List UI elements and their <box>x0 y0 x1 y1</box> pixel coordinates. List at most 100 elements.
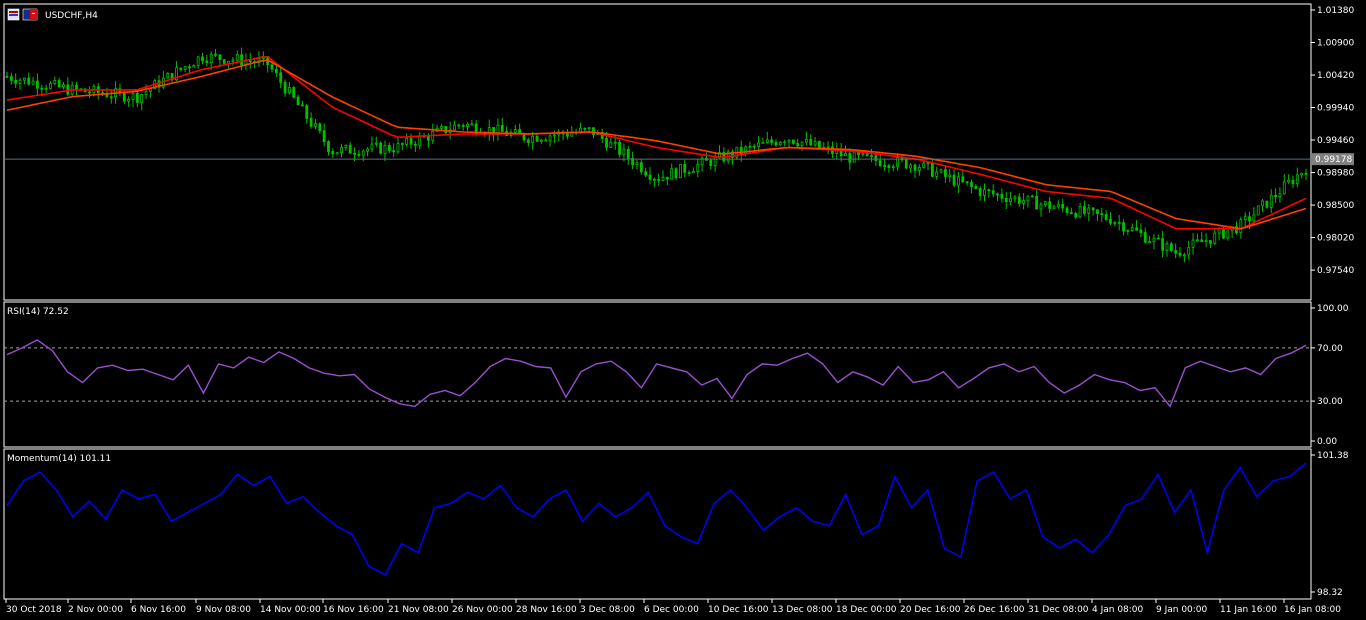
candle-body <box>752 145 756 148</box>
candle-body <box>53 80 57 84</box>
candle-body <box>887 165 891 169</box>
candle-body <box>392 150 396 153</box>
candle-body <box>1156 237 1160 240</box>
candle-body <box>1069 212 1073 215</box>
currency-flag-icon <box>22 8 38 21</box>
candle-body <box>379 142 383 154</box>
chart-window-icon <box>7 8 20 21</box>
candle-body <box>909 164 913 169</box>
candle-body <box>1261 200 1264 207</box>
candle-body <box>948 174 952 177</box>
candle-body <box>987 189 991 192</box>
candle-body <box>22 77 26 81</box>
candle-body <box>1056 203 1060 208</box>
candle-body <box>922 162 926 168</box>
time-tick-label: 4 Jan 08:00 <box>1092 605 1144 615</box>
price-pane[interactable]: 1.01380 1.00900 1.00420 0.99940 0.99460 0.989… <box>4 6 1354 276</box>
candle-body <box>1248 216 1251 222</box>
candle-body <box>913 164 917 171</box>
candle-body <box>1222 228 1225 239</box>
candle-body <box>935 171 939 177</box>
candle-body <box>883 165 886 167</box>
candle-body <box>804 139 808 143</box>
candle-body <box>978 188 982 196</box>
candle-body <box>353 152 356 155</box>
candle-body <box>461 124 465 127</box>
candle-body <box>1052 206 1056 209</box>
candle-body <box>648 174 652 180</box>
rsi-pane[interactable]: 100.00 70.00 30.00 0.00 RSI(14) 72.52 <box>4 304 1349 447</box>
moving-averages <box>6 56 1307 230</box>
candle-body <box>1139 229 1143 233</box>
trading-chart[interactable]: 1.01380 1.00900 1.00420 0.99940 0.99460 0.989… <box>0 0 1366 620</box>
candle-body <box>1087 207 1091 214</box>
candle-body <box>961 176 965 183</box>
price-tick-label: 0.97540 <box>1317 266 1354 276</box>
candle-body <box>231 59 235 62</box>
candle-body <box>88 91 91 94</box>
time-tick-label: 18 Dec 00:00 <box>836 605 897 615</box>
candle-body <box>144 91 148 95</box>
momentum-tick-label: 101.38 <box>1317 451 1349 461</box>
candle-body <box>387 144 391 152</box>
time-tick-label: 21 Nov 08:00 <box>388 605 449 615</box>
candle-body <box>531 135 535 143</box>
candle-body <box>1130 227 1134 231</box>
candle-body <box>787 139 791 143</box>
time-tick-label: 20 Dec 16:00 <box>900 605 961 615</box>
candle-body <box>1282 181 1286 195</box>
candle-body <box>583 127 587 130</box>
price-tick-label: 0.99940 <box>1317 104 1354 114</box>
price-pane-frame <box>3 3 1312 301</box>
candle-body <box>1265 200 1269 208</box>
time-tick-label: 6 Dec 00:00 <box>644 605 699 615</box>
candle-body <box>761 142 765 144</box>
candle-body <box>9 76 13 81</box>
candle-body <box>18 79 22 84</box>
candle-body <box>1239 219 1243 234</box>
candle-body <box>696 163 700 172</box>
candle-body <box>566 133 569 137</box>
candle-body <box>348 144 352 154</box>
candle-body <box>357 153 361 156</box>
candle-body <box>891 166 895 169</box>
candles <box>5 47 1308 263</box>
candle-body <box>427 135 430 141</box>
candle-body <box>500 124 504 132</box>
candle-body <box>405 137 409 145</box>
candle-body <box>31 80 35 85</box>
candle-body <box>1178 252 1182 256</box>
candle-body <box>240 54 244 66</box>
momentum-pane[interactable]: 101.38 98.32 Momentum(14) 101.11 <box>6 451 1349 598</box>
price-tick-label: 1.00900 <box>1317 39 1354 49</box>
candle-body <box>570 132 574 137</box>
time-tick-label: 11 Jan 16:00 <box>1220 605 1277 615</box>
candle-body <box>1109 219 1112 224</box>
candle-body <box>774 141 778 146</box>
candle-body <box>800 141 804 147</box>
candle-body <box>1048 201 1052 209</box>
candle-body <box>1065 207 1069 214</box>
candle-body <box>1274 194 1277 198</box>
price-tick-label: 0.98020 <box>1317 234 1354 244</box>
candle-body <box>183 66 187 70</box>
candle-body <box>400 143 404 145</box>
candle-body <box>844 152 847 157</box>
candle-body <box>1122 222 1125 232</box>
candle-body <box>917 167 921 171</box>
candle-body <box>1295 174 1299 185</box>
candle-body <box>279 72 283 83</box>
momentum-line <box>6 462 1307 577</box>
candle-body <box>852 151 856 163</box>
candle-body <box>683 164 687 173</box>
candle-body <box>1004 197 1008 203</box>
candle-body <box>1200 239 1204 243</box>
candle-body <box>513 129 517 133</box>
candle-body <box>618 141 621 155</box>
candle-body <box>1083 206 1086 214</box>
candle-body <box>296 96 300 106</box>
candle-body <box>1017 196 1021 204</box>
candle-body <box>957 176 960 186</box>
candle-body <box>1213 232 1217 244</box>
time-tick-label: 16 Nov 16:00 <box>323 605 384 615</box>
